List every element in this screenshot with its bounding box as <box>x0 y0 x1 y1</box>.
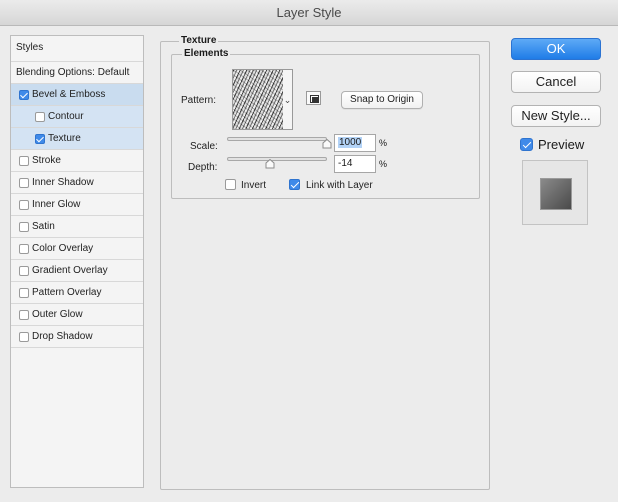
style-item[interactable]: Bevel & Emboss <box>11 84 143 106</box>
style-item[interactable]: Inner Glow <box>11 194 143 216</box>
style-item[interactable]: Satin <box>11 216 143 238</box>
style-item-label: Satin <box>32 221 55 232</box>
style-item-label: Blending Options: Default <box>16 67 130 78</box>
style-item-label: Drop Shadow <box>32 331 93 342</box>
style-checkbox[interactable] <box>19 90 29 100</box>
style-item[interactable]: Texture <box>11 128 143 150</box>
style-checkbox[interactable] <box>35 112 45 122</box>
style-item-label: Gradient Overlay <box>32 265 108 276</box>
style-item[interactable]: Pattern Overlay <box>11 282 143 304</box>
style-item[interactable]: Drop Shadow <box>11 326 143 348</box>
preview-checkbox[interactable] <box>520 138 533 151</box>
style-item[interactable]: Inner Shadow <box>11 172 143 194</box>
scale-slider-thumb[interactable] <box>322 139 332 149</box>
group-title: Elements <box>182 48 231 59</box>
scale-input[interactable]: 1000 <box>334 134 376 152</box>
elements-group: Elements Pattern: ⌄ Snap to Origin Scale… <box>171 48 480 199</box>
style-item[interactable]: Color Overlay <box>11 238 143 260</box>
scale-slider[interactable] <box>227 137 327 141</box>
style-item-label: Inner Shadow <box>32 177 94 188</box>
style-item[interactable]: Stroke <box>11 150 143 172</box>
ok-button[interactable]: OK <box>511 38 601 60</box>
window-title: Layer Style <box>0 0 618 26</box>
style-item-label: Inner Glow <box>32 199 81 210</box>
styles-list: Styles Blending Options: Default Bevel & … <box>10 35 144 488</box>
style-checkbox[interactable] <box>19 222 29 232</box>
style-item[interactable]: Blending Options: Default <box>11 62 143 84</box>
depth-slider-thumb[interactable] <box>265 159 275 169</box>
depth-slider[interactable] <box>227 157 327 161</box>
preview-swatch <box>541 179 571 209</box>
scale-percent: % <box>379 138 388 148</box>
style-item[interactable]: Contour <box>11 106 143 128</box>
style-item[interactable]: Gradient Overlay <box>11 260 143 282</box>
style-checkbox[interactable] <box>19 178 29 188</box>
cancel-button[interactable]: Cancel <box>511 71 601 93</box>
pattern-label: Pattern: <box>181 95 217 106</box>
style-checkbox[interactable] <box>19 156 29 166</box>
style-checkbox[interactable] <box>35 134 45 144</box>
depth-percent: % <box>379 159 388 169</box>
preview-label: Preview <box>538 137 585 152</box>
snap-to-origin-button[interactable]: Snap to Origin <box>341 91 423 109</box>
invert-label: Invert <box>241 180 267 191</box>
style-item[interactable]: Outer Glow <box>11 304 143 326</box>
scale-value: 1000 <box>338 137 363 148</box>
style-item-label: Stroke <box>32 155 61 166</box>
style-item-label: Outer Glow <box>32 309 83 320</box>
section-title: Texture <box>179 35 219 46</box>
style-item-label: Color Overlay <box>32 243 94 254</box>
link-with-layer-label: Link with Layer <box>306 180 373 191</box>
link-with-layer-checkbox[interactable] <box>289 179 300 190</box>
invert-checkbox[interactable] <box>225 179 236 190</box>
style-checkbox[interactable] <box>19 266 29 276</box>
new-preset-icon[interactable] <box>306 91 321 105</box>
styles-header[interactable]: Styles <box>11 36 143 62</box>
style-item-label: Contour <box>48 111 84 122</box>
style-checkbox[interactable] <box>19 288 29 298</box>
depth-label: Depth: <box>188 162 218 173</box>
style-item-label: Bevel & Emboss <box>32 89 106 100</box>
style-checkbox[interactable] <box>19 310 29 320</box>
texture-panel: Texture Elements Pattern: ⌄ Snap to Orig… <box>160 35 490 490</box>
pattern-dropdown-arrow[interactable]: ⌄ <box>283 69 293 130</box>
preview-thumbnail <box>522 160 588 225</box>
style-item-label: Texture <box>48 133 81 144</box>
depth-input[interactable]: -14 <box>334 155 376 173</box>
style-item-label: Pattern Overlay <box>32 287 102 298</box>
style-checkbox[interactable] <box>19 200 29 210</box>
style-checkbox[interactable] <box>19 332 29 342</box>
style-checkbox[interactable] <box>19 244 29 254</box>
new-style-button[interactable]: New Style... <box>511 105 601 127</box>
scale-label: Scale: <box>190 141 218 152</box>
